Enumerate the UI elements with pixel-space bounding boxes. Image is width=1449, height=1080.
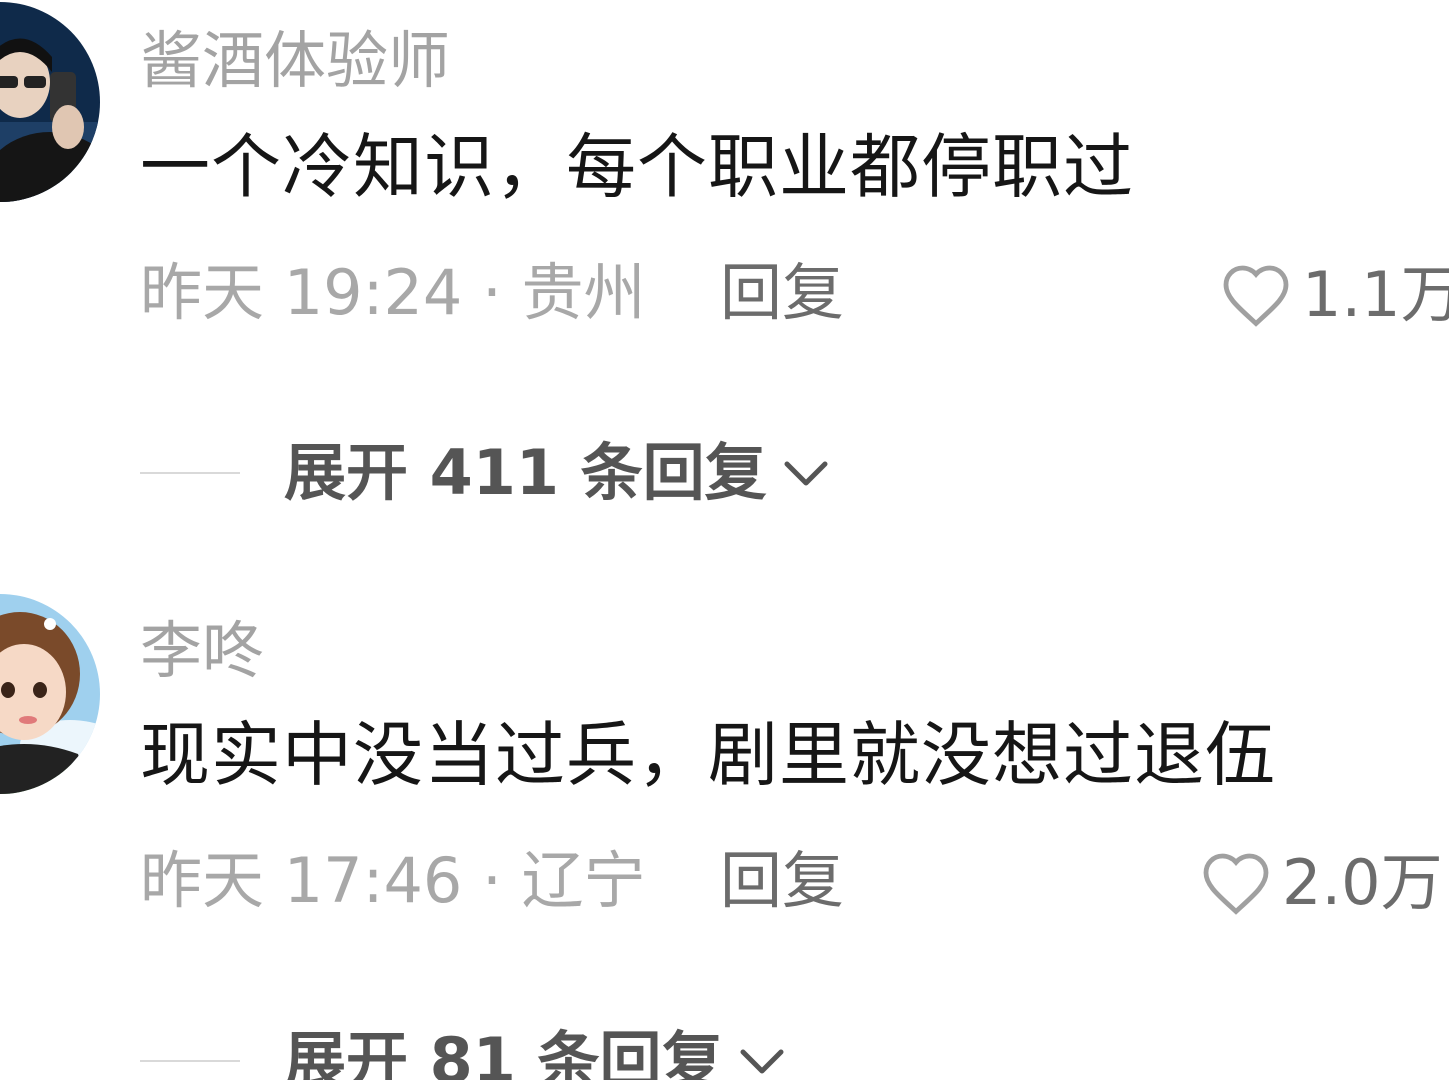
comment-list: 酱酒体验师 一个冷知识，每个职业都停职过 昨天 19:24 · 贵州 回复 1.… [0, 0, 1449, 1080]
comment-text: 现实中没当过兵，剧里就没想过退伍 [140, 714, 1276, 796]
comment-text: 一个冷知识，每个职业都停职过 [140, 126, 1134, 208]
avatar[interactable] [0, 594, 100, 794]
heart-icon [1223, 265, 1289, 327]
like-button[interactable]: 1.1万 [1220, 262, 1449, 328]
expand-replies-label: 展开 411 条回复 [284, 436, 767, 509]
avatar[interactable] [0, 2, 100, 202]
chevron-down-icon [784, 461, 828, 486]
comment-meta: 昨天 19:24 · 贵州 [140, 256, 646, 329]
chevron-down-icon [740, 1049, 784, 1074]
divider-line [140, 472, 240, 474]
comment-item: 李咚 现实中没当过兵，剧里就没想过退伍 昨天 17:46 · 辽宁 回复 2.0… [0, 590, 1449, 1080]
reply-button[interactable]: 回复 [720, 850, 844, 912]
divider-line [140, 1060, 240, 1062]
expand-replies-label: 展开 81 条回复 [284, 1024, 724, 1080]
user-avatar-girl-icon [0, 594, 100, 794]
user-avatar-selfie-icon [0, 2, 100, 202]
username[interactable]: 酱酒体验师 [140, 30, 450, 92]
comment-meta: 昨天 17:46 · 辽宁 [140, 844, 646, 917]
comment-item: 酱酒体验师 一个冷知识，每个职业都停职过 昨天 19:24 · 贵州 回复 1.… [0, 0, 1449, 560]
username[interactable]: 李咚 [140, 620, 264, 682]
like-button[interactable]: 2.0万 [1200, 850, 1443, 916]
heart-icon [1203, 853, 1269, 915]
like-count: 1.1万 [1302, 258, 1449, 331]
expand-replies-button[interactable]: 展开 411 条回复 [140, 442, 831, 504]
like-count: 2.0万 [1282, 846, 1443, 919]
reply-button[interactable]: 回复 [720, 262, 844, 324]
expand-replies-button[interactable]: 展开 81 条回复 [140, 1030, 787, 1080]
